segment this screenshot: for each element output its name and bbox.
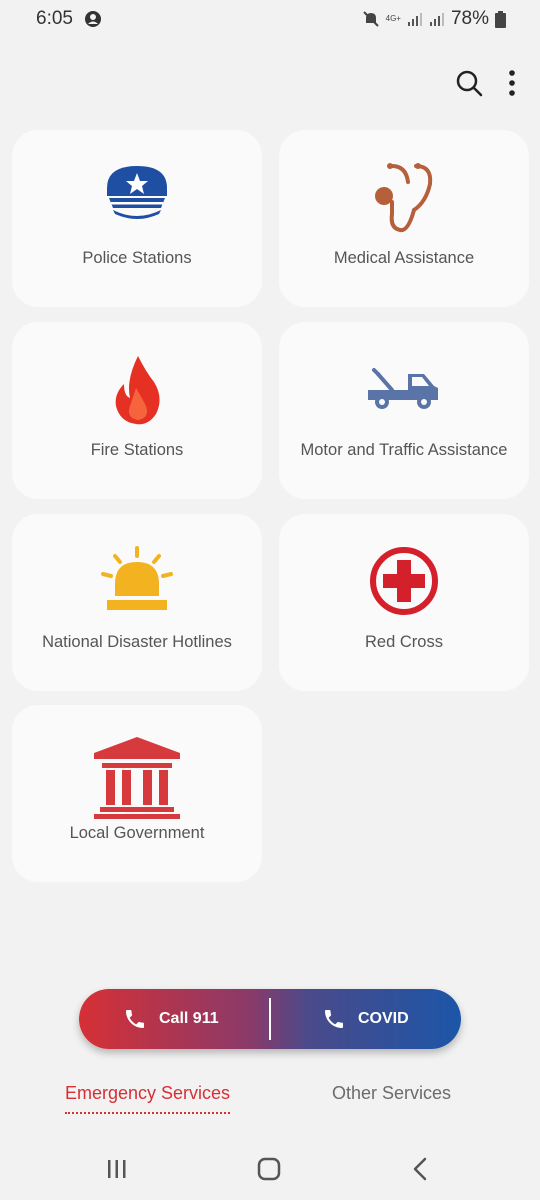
tow-truck-icon xyxy=(368,368,438,409)
card-label: Medical Assistance xyxy=(333,249,475,267)
signal-icon-2 xyxy=(429,13,444,26)
card-medical-assistance[interactable]: Medical Assistance xyxy=(279,130,529,307)
covid-label: COVID xyxy=(358,1010,409,1027)
card-label: Fire Stations xyxy=(90,441,184,459)
phone-icon xyxy=(325,1010,343,1028)
card-label: Police Stations xyxy=(82,249,192,267)
siren-icon xyxy=(101,546,173,610)
search-icon[interactable] xyxy=(454,68,484,98)
status-bar: 6:05 4G+ 78% xyxy=(0,0,540,40)
tab-emergency-services[interactable]: Emergency Services xyxy=(65,1083,231,1114)
government-building-icon xyxy=(94,737,180,819)
more-vert-icon[interactable] xyxy=(497,68,527,98)
covid-button[interactable]: COVID xyxy=(322,989,409,1049)
card-fire-stations[interactable]: Fire Stations xyxy=(12,322,262,499)
cta-divider xyxy=(269,998,271,1040)
card-label: National Disaster Hotlines xyxy=(42,633,232,651)
battery-icon xyxy=(495,10,506,28)
tab-other-services[interactable]: Other Services xyxy=(332,1083,451,1104)
card-motor-traffic-assistance[interactable]: Motor and Traffic Assistance xyxy=(279,322,529,499)
call-action-bar: Call 911 COVID xyxy=(79,989,461,1049)
card-label: Local Government xyxy=(69,824,205,842)
status-icons: 4G+ 78% xyxy=(362,8,506,30)
account-icon xyxy=(85,11,101,27)
signal-icon xyxy=(407,13,422,26)
back-icon[interactable] xyxy=(410,1157,430,1181)
network-type: 4G+ xyxy=(385,14,401,23)
battery-percent: 78% xyxy=(450,8,489,29)
mute-icon xyxy=(362,11,379,27)
stethoscope-icon xyxy=(375,163,433,233)
card-police-stations[interactable]: Police Stations xyxy=(12,130,262,307)
fire-icon xyxy=(115,356,160,425)
red-cross-icon xyxy=(370,547,438,615)
card-local-government[interactable]: Local Government xyxy=(12,705,262,882)
card-label: Motor and Traffic Assistance xyxy=(300,441,508,459)
status-time: 6:05 xyxy=(36,8,73,29)
call-911-label: Call 911 xyxy=(159,1010,219,1027)
card-red-cross[interactable]: Red Cross xyxy=(279,514,529,691)
system-nav-bar xyxy=(0,1140,540,1200)
recent-apps-icon[interactable] xyxy=(106,1158,128,1180)
police-cap-icon xyxy=(107,166,167,219)
card-label: Red Cross xyxy=(365,633,443,651)
home-icon[interactable] xyxy=(257,1157,281,1181)
card-national-disaster-hotlines[interactable]: National Disaster Hotlines xyxy=(12,514,262,691)
call-911-button[interactable]: Call 911 xyxy=(123,989,219,1049)
phone-icon xyxy=(126,1010,144,1028)
